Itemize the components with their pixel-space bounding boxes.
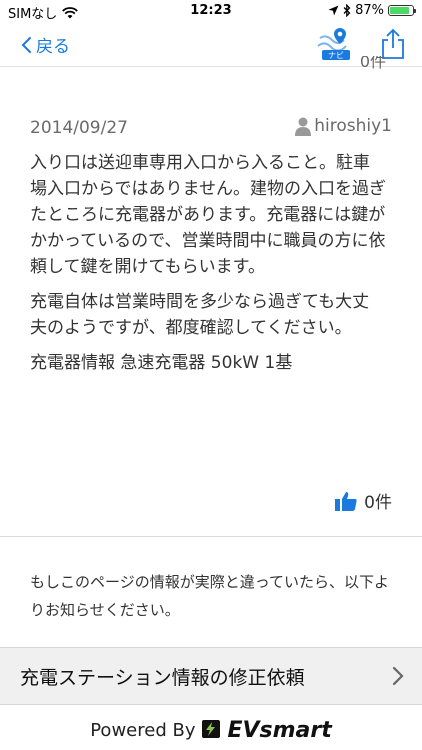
back-button[interactable]: 戻る [20,32,70,57]
location-arrow-icon [328,5,339,16]
bluetooth-icon [343,4,351,17]
correction-request-button[interactable]: 充電ステーション情報の修正依頼 [0,647,422,705]
thumbs-up-icon [335,491,357,511]
back-label: 戻る [36,37,70,57]
chevron-right-icon [392,666,404,686]
review-username: hiroshiy1 [314,116,392,136]
battery-percent: 87% [355,3,384,18]
status-bar: SIMなし 12:23 87% [0,0,422,22]
battery-level [390,7,409,14]
battery-icon [388,5,416,16]
like-count: 0件 [364,493,392,513]
powered-by-label: Powered By [90,719,196,741]
evsmart-logo-icon [202,720,221,738]
review-paragraph: 充電自体は営業時間を多少なら過ぎても大丈夫のようですが、都度確認してください。 [30,292,370,338]
review-date: 2014/09/27 [30,118,128,138]
review-body: 入り口は送迎車専用入口から入ること。駐車場入口からではありません。建物の入口を過… [30,150,386,385]
chevron-left-icon [21,36,31,53]
correction-request-label: 充電ステーション情報の修正依頼 [20,667,305,689]
charger-info: 充電器情報 急速充電器 50kW 1基 [30,353,293,373]
like-button[interactable]: 0件 [334,488,392,513]
review-card: 2014/09/27 hiroshiy1 入り口は送迎車専用入口から入ること。駐… [0,66,422,537]
user-icon [295,117,312,136]
review-paragraph: 入り口は送迎車専用入口から入ること。駐車場入口からではありません。建物の入口を過… [30,153,386,277]
brand-name: EVsmart [227,717,332,743]
footer: Powered By EVsmart [0,715,422,745]
notice-text: もしこのページの情報が実際と違っていたら、以下よりお知らせください。 [30,573,389,619]
review-user: hiroshiy1 [294,116,392,136]
